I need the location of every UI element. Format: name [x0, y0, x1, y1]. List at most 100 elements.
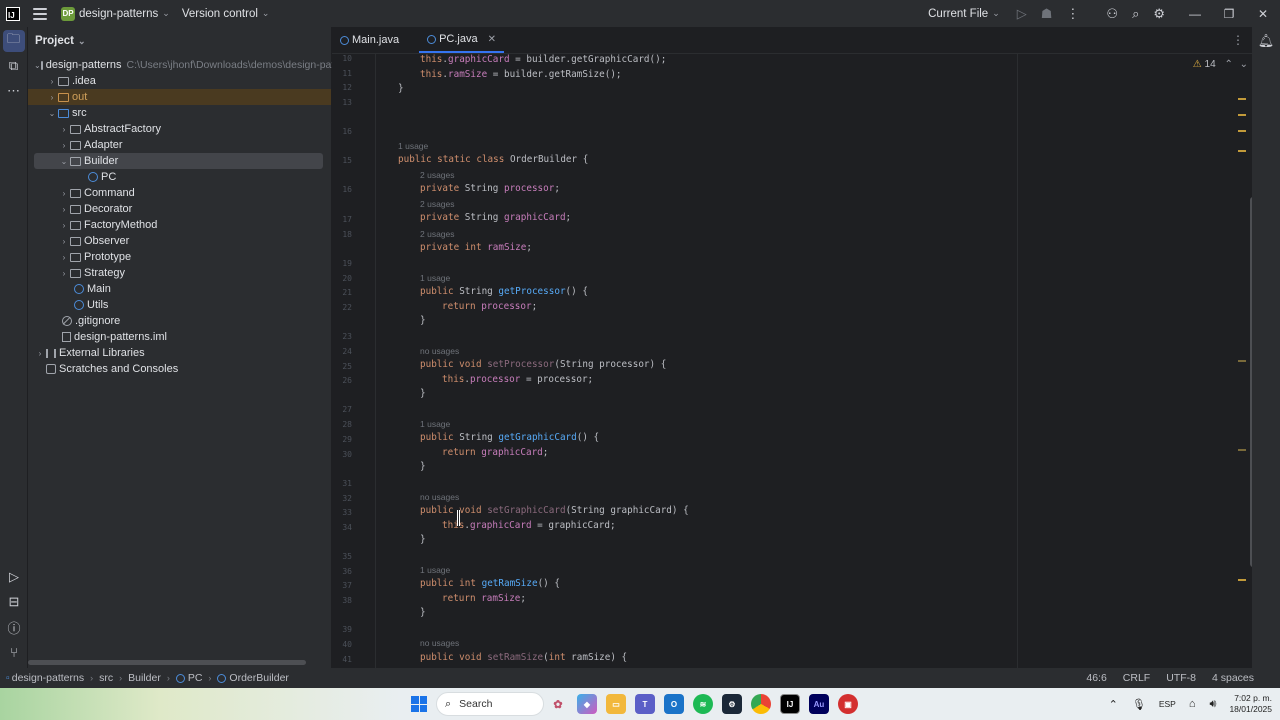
chrome-icon[interactable] [751, 694, 771, 714]
breadcrumb-item[interactable]: src [99, 672, 113, 684]
chevron-right-icon: › [38, 348, 42, 358]
chevron-down-icon[interactable]: ⌄ [1240, 59, 1248, 70]
tree-item-abstractfactory[interactable]: › AbstractFactory [28, 121, 331, 137]
tree-item-utils[interactable]: Utils [28, 297, 331, 313]
tree-item-builder[interactable]: ⌄ Builder [34, 153, 323, 169]
tree-item-scratches[interactable]: Scratches and Consoles [28, 361, 331, 377]
debug-icon[interactable]: ☗ [1041, 0, 1053, 27]
teams-icon[interactable]: T [635, 694, 655, 714]
tree-item-factorymethod[interactable]: › FactoryMethod [28, 217, 331, 233]
usage-hint[interactable]: 2 usages [420, 199, 455, 209]
vcs-selector[interactable]: Version control ⌄ [182, 8, 270, 20]
spotify-icon[interactable]: ≋ [693, 694, 713, 714]
taskbar-search[interactable]: ⌕ Search [436, 692, 544, 716]
recorder-icon[interactable]: ▣ [838, 694, 858, 714]
tree-item-observer[interactable]: › Observer [28, 233, 331, 249]
system-tray: ⌃ 🎙︎ ESP ⌂ 🔊︎ 7:02 p. m. 18/01/2025 [1102, 688, 1280, 720]
run-tool-icon[interactable]: ▷ [3, 566, 25, 588]
breadcrumb-item[interactable]: PC [188, 672, 203, 684]
tab-pc-java[interactable]: PC.java ✕ [419, 27, 504, 53]
tree-item-command[interactable]: › Command [28, 185, 331, 201]
project-name: design-patterns [79, 7, 159, 20]
warnings-indicator[interactable]: ⚠ 14 ⌃ ⌄ [1193, 59, 1248, 70]
tabs-more-icon[interactable]: ⋮ [1232, 33, 1244, 47]
notifications-bell-icon[interactable]: 🔔︎ [1252, 33, 1280, 49]
chevron-right-icon: › [62, 140, 66, 150]
network-icon[interactable]: ⌂ [1189, 698, 1196, 710]
project-selector[interactable]: design-patterns ⌄ [79, 8, 170, 20]
chevron-down-icon: ⌄ [261, 8, 270, 18]
search-icon[interactable]: ⌕ [1132, 0, 1139, 27]
copilot-icon[interactable]: ◆ [577, 694, 597, 714]
intellij-taskbar-icon[interactable]: IJ [780, 694, 800, 714]
tree-item-external-libraries[interactable]: › External Libraries [28, 345, 331, 361]
tree-item-label: FactoryMethod [84, 219, 158, 231]
tree-item-out[interactable]: › out [28, 89, 331, 105]
project-panel-header[interactable]: Project ⌄ [28, 27, 331, 55]
tree-item-strategy[interactable]: › Strategy [28, 265, 331, 281]
restore-button[interactable]: ❐ [1212, 7, 1246, 21]
git-icon[interactable]: ⑂ [3, 641, 25, 663]
line-separator[interactable]: CRLF [1123, 672, 1150, 684]
tree-item-adapter[interactable]: › Adapter [28, 137, 331, 153]
tree-item-prototype[interactable]: › Prototype [28, 249, 331, 265]
usage-hint[interactable]: 1 usage [420, 273, 450, 283]
breadcrumb-item[interactable]: design-patterns [12, 672, 84, 684]
code-line: public int getRamSize() { [420, 578, 560, 589]
code-line: this.ramSize = builder.getRamSize(); [420, 69, 622, 80]
close-icon[interactable]: ✕ [488, 34, 496, 45]
breadcrumb-item[interactable]: Builder [128, 672, 161, 684]
usage-hint[interactable]: 1 usage [420, 419, 450, 429]
minimize-button[interactable]: — [1178, 7, 1212, 21]
usage-hint[interactable]: 2 usages [420, 229, 455, 239]
volume-icon[interactable]: 🔊︎ [1210, 698, 1217, 711]
tab-main-java[interactable]: Main.java [332, 27, 407, 53]
add-user-icon[interactable]: ⚇ [1106, 0, 1118, 27]
usage-hint[interactable]: no usages [420, 346, 459, 356]
usage-hint[interactable]: 1 usage [398, 141, 428, 151]
run-config-selector[interactable]: Current File ⌄ [928, 8, 1000, 20]
chevron-up-icon[interactable]: ⌃ [1224, 59, 1232, 70]
usage-hint[interactable]: 2 usages [420, 170, 455, 180]
terminal-icon[interactable]: ⊟ [3, 591, 25, 613]
microphone-icon[interactable]: 🎙︎ [1132, 698, 1146, 711]
tree-item-main[interactable]: Main [28, 281, 331, 297]
settings-gear-icon[interactable]: ⚙ [1153, 0, 1165, 27]
steam-icon[interactable]: ⚙ [722, 694, 742, 714]
file-encoding[interactable]: UTF-8 [1166, 672, 1196, 684]
outlook-icon[interactable]: O [664, 694, 684, 714]
windows-start-icon[interactable] [411, 696, 427, 712]
usage-hint[interactable]: no usages [420, 492, 459, 502]
chevron-up-icon[interactable]: ⌃ [1109, 698, 1118, 711]
breadcrumb-item[interactable]: OrderBuilder [229, 672, 289, 684]
clock[interactable]: 7:02 p. m. 18/01/2025 [1229, 693, 1272, 715]
problems-icon[interactable]: ⓘ [3, 616, 25, 638]
file-explorer-icon[interactable]: ▭ [606, 694, 626, 714]
tree-item-root[interactable]: ⌄ design-patterns C:\Users\jhonf\Downloa… [28, 57, 343, 73]
horizontal-scrollbar[interactable] [28, 660, 331, 666]
usage-hint[interactable]: 1 usage [420, 565, 450, 575]
audition-icon[interactable]: Au [809, 694, 829, 714]
widget-flowers-icon[interactable]: ✿ [548, 694, 568, 714]
more-actions-icon[interactable]: ⋮ [1066, 0, 1079, 27]
breadcrumb: ▫ design-patterns › src › Builder › PC ›… [6, 672, 289, 684]
more-tools-icon[interactable]: ⋯ [3, 80, 25, 102]
chevron-right-icon: › [90, 673, 94, 683]
class-icon [427, 34, 437, 44]
tree-item-gitignore[interactable]: .gitignore [28, 313, 331, 329]
structure-icon[interactable]: ⧉ [3, 55, 25, 77]
tree-item-idea[interactable]: › .idea [28, 73, 331, 89]
tree-item-src[interactable]: ⌄ src [28, 105, 331, 121]
project-folder-icon[interactable]: 🗀 [2, 30, 25, 52]
tree-item-decorator[interactable]: › Decorator [28, 201, 331, 217]
main-menu-icon[interactable] [33, 7, 47, 20]
language-indicator[interactable]: ESP [1159, 699, 1176, 709]
caret-position[interactable]: 46:6 [1086, 672, 1106, 684]
tree-item-iml[interactable]: design-patterns.iml [28, 329, 331, 345]
close-window-button[interactable]: ✕ [1246, 7, 1280, 21]
code-area[interactable]: 10 11 12 13 16 15 16 17 18 19 20 21 22 2… [332, 54, 1280, 668]
run-icon[interactable]: ▷ [1017, 0, 1027, 27]
tree-item-pc[interactable]: PC [28, 169, 331, 185]
usage-hint[interactable]: no usages [420, 638, 459, 648]
indent-setting[interactable]: 4 spaces [1212, 672, 1254, 684]
